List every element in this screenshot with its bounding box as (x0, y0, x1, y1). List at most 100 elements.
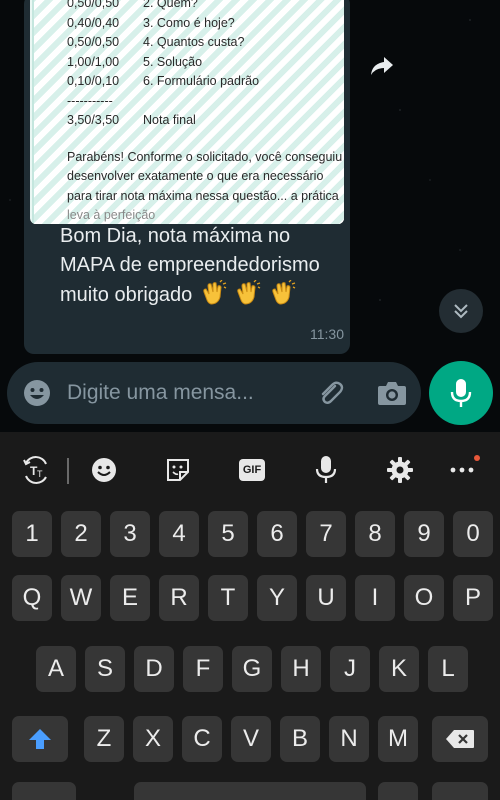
gif-button[interactable]: GIF (237, 455, 267, 485)
key-s[interactable]: S (85, 646, 125, 692)
score-row: 0,50/0,50 4. Quantos custa? (67, 33, 344, 53)
key-5[interactable]: 5 (208, 511, 248, 557)
paperclip-icon (321, 381, 344, 404)
feedback-line: Parabéns! Conforme o solicitado, você co… (67, 149, 343, 164)
forward-icon (371, 57, 393, 75)
key-j[interactable]: J (330, 646, 370, 692)
gear-icon (387, 457, 413, 483)
microphone-icon (450, 379, 472, 407)
key-c[interactable]: C (182, 716, 222, 762)
score-value: 1,00/1,00 (67, 54, 120, 69)
camera-button[interactable] (377, 379, 407, 407)
sticker-button[interactable] (163, 455, 193, 485)
double-chevron-down-icon (454, 304, 468, 319)
key-k[interactable]: K (379, 646, 419, 692)
on-screen-keyboard: T T GIF 1 2 3 4 5 6 7 8 9 0 Q W E R T Y … (0, 432, 500, 800)
score-label: 2. Quem? (143, 0, 198, 10)
toolbar-divider (67, 458, 69, 484)
enter-key[interactable] (432, 782, 488, 800)
key-o[interactable]: O (404, 575, 444, 621)
translate-mode-button[interactable]: T T (21, 455, 51, 485)
key-a[interactable]: A (36, 646, 76, 692)
key-9[interactable]: 9 (404, 511, 444, 557)
message-timestamp: 11:30 (310, 326, 344, 342)
key-1[interactable]: 1 (12, 511, 52, 557)
key-g[interactable]: G (232, 646, 272, 692)
microphone-icon (315, 456, 337, 483)
shift-key[interactable] (12, 716, 68, 762)
shift-arrow-icon (29, 729, 51, 749)
smiley-icon (24, 380, 50, 406)
period-key[interactable] (378, 782, 418, 800)
document-text: 0,50/0,50 2. Quem? 0,40/0,40 3. Como é h… (67, 0, 344, 224)
key-m[interactable]: M (378, 716, 418, 762)
key-4[interactable]: 4 (159, 511, 199, 557)
score-label: 3. Como é hoje? (143, 15, 235, 30)
message-bubble[interactable]: 0,50/0,50 2. Quem? 0,40/0,40 3. Como é h… (24, 0, 350, 354)
key-8[interactable]: 8 (355, 511, 395, 557)
attach-button[interactable] (315, 378, 345, 408)
key-y[interactable]: Y (257, 575, 297, 621)
key-b[interactable]: B (280, 716, 320, 762)
camera-icon (378, 382, 406, 405)
key-l[interactable]: L (428, 646, 468, 692)
scroll-to-bottom-button[interactable] (439, 289, 483, 333)
message-line: MAPA de empreendedorismo (60, 254, 320, 276)
emoji-keyboard-button[interactable] (89, 455, 119, 485)
key-v[interactable]: V (231, 716, 271, 762)
key-p[interactable]: P (453, 575, 493, 621)
key-z[interactable]: Z (84, 716, 124, 762)
key-0[interactable]: 0 (453, 511, 493, 557)
svg-text:T: T (37, 469, 43, 479)
forward-button[interactable] (368, 52, 396, 80)
message-line: Bom Dia, nota máxima no (60, 225, 291, 247)
key-6[interactable]: 6 (257, 511, 297, 557)
key-t[interactable]: T (208, 575, 248, 621)
voice-input-button[interactable] (311, 455, 341, 485)
feedback-line: para tirar nota máxima nessa questão... … (67, 188, 339, 203)
key-3[interactable]: 3 (110, 511, 150, 557)
emoji-button[interactable] (23, 379, 51, 407)
text-transform-icon: T T (23, 456, 47, 484)
key-x[interactable]: X (133, 716, 173, 762)
smiley-icon (92, 458, 116, 482)
score-label: 4. Quantos custa? (143, 35, 245, 49)
document-preview[interactable]: 0,50/0,50 2. Quem? 0,40/0,40 3. Como é h… (30, 0, 344, 224)
message-input[interactable] (67, 376, 303, 410)
key-e[interactable]: E (110, 575, 150, 621)
message-line-with-emoji: muito obrigado (60, 280, 360, 310)
score-value: 0,50/0,50 (67, 35, 120, 49)
key-i[interactable]: I (355, 575, 395, 621)
final-score-value: 3,50/3,50 (67, 113, 120, 127)
keyboard-settings-button[interactable] (385, 455, 415, 485)
key-r[interactable]: R (159, 575, 199, 621)
key-h[interactable]: H (281, 646, 321, 692)
chat-area[interactable]: 0,50/0,50 2. Quem? 0,40/0,40 3. Como é h… (0, 0, 500, 432)
sticker-icon (167, 459, 189, 481)
more-options-button[interactable] (447, 455, 477, 485)
final-score-label: Nota final (143, 113, 196, 127)
clapping-hands-icon (203, 280, 227, 305)
key-q[interactable]: Q (12, 575, 52, 621)
message-line: muito obrigado (60, 284, 193, 306)
more-dots-icon (450, 467, 474, 473)
key-7[interactable]: 7 (306, 511, 346, 557)
final-score-row: 3,50/3,50 Nota final (67, 111, 344, 131)
key-d[interactable]: D (134, 646, 174, 692)
notification-dot (474, 455, 480, 461)
key-n[interactable]: N (329, 716, 369, 762)
symbols-key[interactable] (12, 782, 76, 800)
feedback-paragraph: Parabéns! Conforme o solicitado, você co… (67, 148, 344, 225)
key-2[interactable]: 2 (61, 511, 101, 557)
key-u[interactable]: U (306, 575, 346, 621)
voice-record-button[interactable] (429, 361, 493, 425)
message-text: Bom Dia, nota máxima no MAPA de empreend… (60, 222, 360, 310)
space-key[interactable] (134, 782, 366, 800)
backspace-key[interactable] (432, 716, 488, 762)
feedback-line: desenvolver exatamente o que era necessá… (67, 169, 324, 183)
key-w[interactable]: W (61, 575, 101, 621)
key-f[interactable]: F (183, 646, 223, 692)
score-row: 0,10/0,10 6. Formulário padrão (67, 72, 344, 92)
score-row: 1,00/1,00 5. Solução (67, 53, 344, 73)
clapping-hands-icon (272, 280, 296, 305)
